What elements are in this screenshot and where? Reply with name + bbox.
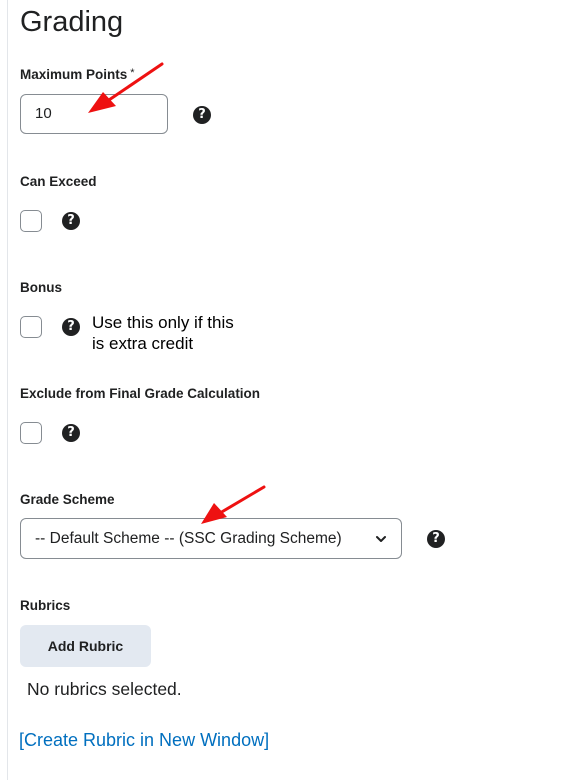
can-exceed-help-icon[interactable]: ? [62, 212, 80, 230]
grade-scheme-help-icon[interactable]: ? [427, 530, 445, 548]
rubrics-label: Rubrics [20, 598, 71, 613]
grade-scheme-value: -- Default Scheme -- (SSC Grading Scheme… [35, 530, 342, 547]
bonus-label: Bonus [20, 280, 62, 295]
add-rubric-button[interactable]: Add Rubric [20, 625, 151, 667]
exclude-label: Exclude from Final Grade Calculation [20, 386, 261, 401]
grade-scheme-label: Grade Scheme [20, 492, 115, 507]
exclude-help-icon[interactable]: ? [62, 424, 80, 442]
required-asterisk: * [130, 67, 135, 79]
can-exceed-label: Can Exceed [20, 174, 97, 189]
left-border [7, 0, 8, 780]
bonus-annotation: Use this only if this is extra credit [92, 312, 234, 354]
bonus-annotation-line: Use this only if this [92, 313, 234, 332]
page-title: Grading [20, 6, 124, 38]
bonus-annotation-line: is extra credit [92, 334, 194, 353]
create-rubric-link[interactable]: [Create Rubric in New Window] [19, 730, 269, 751]
grade-scheme-select[interactable]: -- Default Scheme -- (SSC Grading Scheme… [20, 518, 402, 559]
max-points-input[interactable]: 10 [20, 94, 168, 134]
max-points-label: Maximum Points * [20, 67, 135, 82]
can-exceed-checkbox[interactable] [20, 210, 42, 232]
exclude-checkbox[interactable] [20, 422, 42, 444]
no-rubrics-text: No rubrics selected. [27, 679, 182, 699]
max-points-help-icon[interactable]: ? [193, 106, 211, 124]
bonus-help-icon[interactable]: ? [62, 318, 80, 336]
max-points-label-text: Maximum Points [20, 67, 128, 82]
chevron-down-icon [376, 536, 386, 542]
bonus-checkbox[interactable] [20, 316, 42, 338]
